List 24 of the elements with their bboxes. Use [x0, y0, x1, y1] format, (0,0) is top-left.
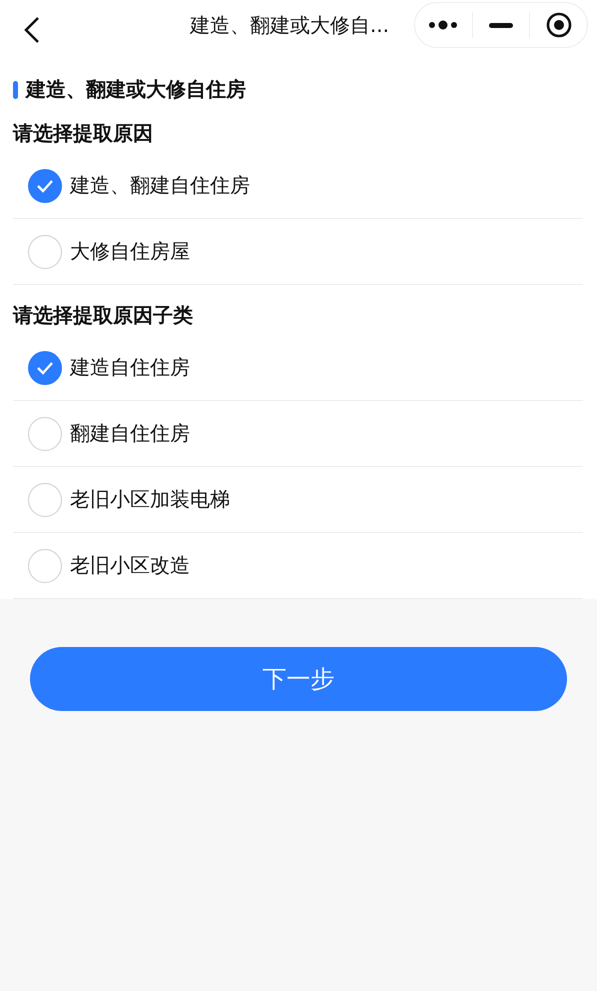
page-title: 建造、翻建或大修自... [190, 12, 390, 39]
section-marker [13, 80, 18, 98]
radio-button[interactable] [28, 482, 62, 516]
more-icon[interactable] [428, 20, 458, 30]
option-label[interactable]: 建造自住住房 [70, 354, 190, 381]
option-label[interactable]: 建造、翻建自住住房 [70, 172, 250, 199]
option-label[interactable]: 大修自住房屋 [70, 238, 190, 265]
check-icon [36, 360, 54, 374]
option-label[interactable]: 老旧小区改造 [70, 552, 190, 579]
radio-button[interactable] [28, 548, 62, 582]
radio-button[interactable] [28, 416, 62, 450]
minimize-icon[interactable] [489, 22, 513, 28]
group-label: 请选择提取原因 [12, 120, 154, 147]
option-label[interactable]: 老旧小区加装电梯 [70, 486, 230, 513]
close-icon[interactable] [546, 12, 572, 38]
option-label[interactable]: 翻建自住住房 [70, 420, 190, 447]
section-title: 建造、翻建或大修自住房 [26, 76, 246, 103]
radio-button[interactable] [28, 350, 62, 384]
check-icon [36, 178, 54, 192]
next-button[interactable]: 下一步 [30, 647, 567, 711]
back-icon[interactable] [22, 15, 42, 45]
radio-button[interactable] [28, 234, 62, 268]
radio-button[interactable] [28, 168, 62, 202]
group-label: 请选择提取原因子类 [12, 302, 194, 329]
